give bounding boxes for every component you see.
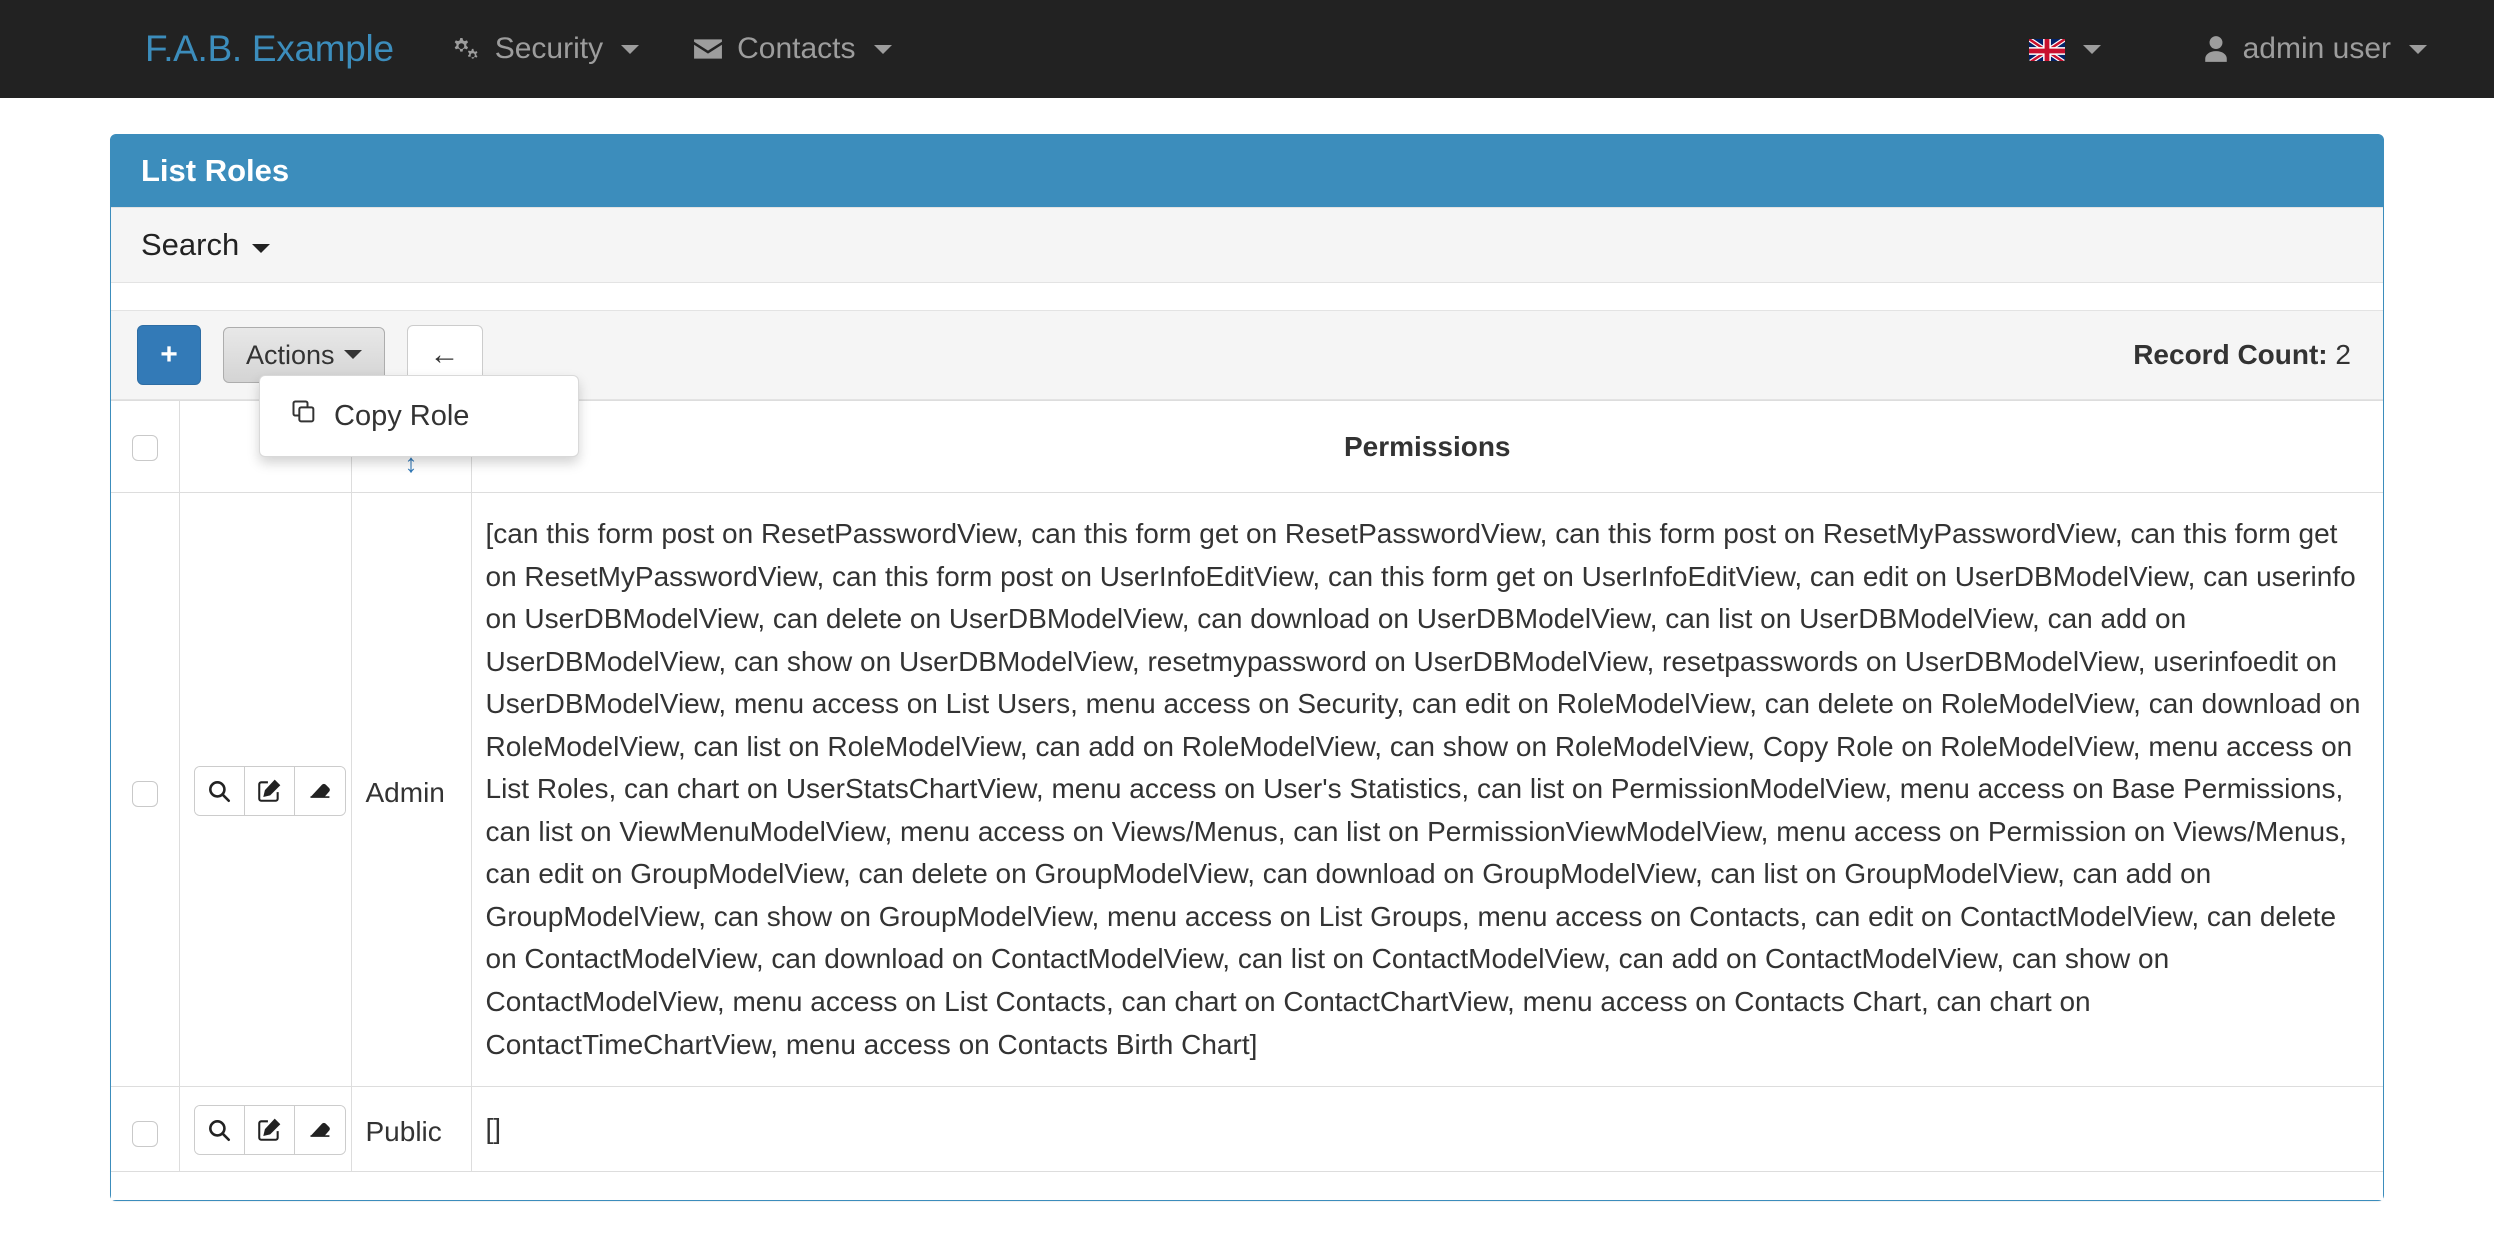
row-select-cell — [111, 1086, 180, 1173]
panel-footer — [111, 1172, 2383, 1201]
delete-icon[interactable] — [294, 1106, 345, 1155]
row-checkbox[interactable] — [131, 781, 158, 808]
search-toggle-label: Search — [141, 227, 240, 262]
row-action-group — [193, 765, 346, 816]
delete-icon[interactable] — [294, 766, 345, 815]
record-count-label: Record Count: — [2133, 339, 2328, 370]
dropdown-item-label: Copy Role — [334, 399, 470, 432]
list-roles-panel: List Roles Search + Actions ← Record Cou… — [110, 134, 2384, 1202]
table-body: Admin [can this form post on ResetPasswo… — [111, 491, 2383, 1173]
edit-icon[interactable] — [244, 766, 295, 815]
show-icon[interactable] — [194, 766, 245, 815]
actions-dropdown-label: Actions — [246, 339, 335, 370]
user-menu-label: admin user — [2242, 32, 2391, 65]
row-select-cell — [111, 491, 180, 1088]
language-selector[interactable] — [2002, 37, 2128, 61]
panel-spacer — [111, 283, 2383, 310]
chevron-down-icon — [2082, 44, 2101, 54]
top-navbar: F.A.B. Example Security Contacts admin u… — [0, 0, 2494, 98]
dropdown-item-copy-role[interactable]: Copy Role — [260, 386, 578, 446]
column-header-permissions: Permissions — [471, 400, 2383, 493]
row-actions-cell — [179, 1086, 352, 1173]
navbar-left-group: F.A.B. Example Security Contacts — [0, 28, 919, 70]
row-name-cell: Admin — [351, 491, 472, 1088]
roles-table: Name ↕ Permissions — [111, 400, 2383, 1173]
search-toggle[interactable]: Search — [141, 227, 271, 263]
row-name-cell: Public — [351, 1086, 472, 1173]
nav-item-security-label: Security — [494, 32, 604, 65]
edit-icon[interactable] — [244, 1106, 295, 1155]
nav-item-contacts[interactable]: Contacts — [666, 32, 918, 66]
user-icon — [2203, 35, 2229, 63]
show-icon[interactable] — [194, 1106, 245, 1155]
list-toolbar: + Actions ← Record Count: 2 Copy Role — [111, 310, 2383, 457]
row-actions-cell — [179, 491, 352, 1088]
chevron-down-icon — [2409, 44, 2427, 54]
user-menu[interactable]: admin user — [2176, 32, 2454, 66]
record-count: Record Count: 2 — [2133, 339, 2357, 371]
copy-icon — [290, 398, 318, 434]
table-row: Public [] — [111, 1086, 2383, 1173]
navbar-right-group: admin user — [2002, 32, 2454, 66]
page-title: List Roles — [111, 135, 2383, 207]
uk-flag-icon — [2028, 37, 2065, 61]
select-all-checkbox[interactable] — [131, 435, 158, 462]
chevron-down-icon — [252, 243, 271, 253]
row-action-group — [193, 1105, 346, 1156]
row-permissions-cell: [can this form post on ResetPasswordView… — [471, 491, 2383, 1088]
brand-link[interactable]: F.A.B. Example — [0, 28, 424, 70]
chevron-down-icon — [873, 44, 892, 54]
chevron-down-icon — [621, 44, 640, 54]
gears-icon — [451, 34, 481, 64]
table-row: Admin [can this form post on ResetPasswo… — [111, 491, 2383, 1088]
chevron-down-icon — [343, 350, 362, 360]
actions-dropdown-menu: Copy Role — [259, 375, 579, 457]
search-well: Search — [111, 207, 2383, 283]
row-permissions-cell: [] — [471, 1086, 2383, 1173]
row-checkbox[interactable] — [131, 1120, 158, 1147]
add-record-button[interactable]: + — [137, 325, 201, 385]
page-container: List Roles Search + Actions ← Record Cou… — [0, 98, 2494, 1202]
select-all-header — [111, 400, 180, 493]
nav-item-contacts-label: Contacts — [737, 32, 856, 65]
envelope-icon — [693, 37, 723, 61]
nav-item-security[interactable]: Security — [424, 32, 666, 66]
record-count-value: 2 — [2335, 339, 2351, 370]
